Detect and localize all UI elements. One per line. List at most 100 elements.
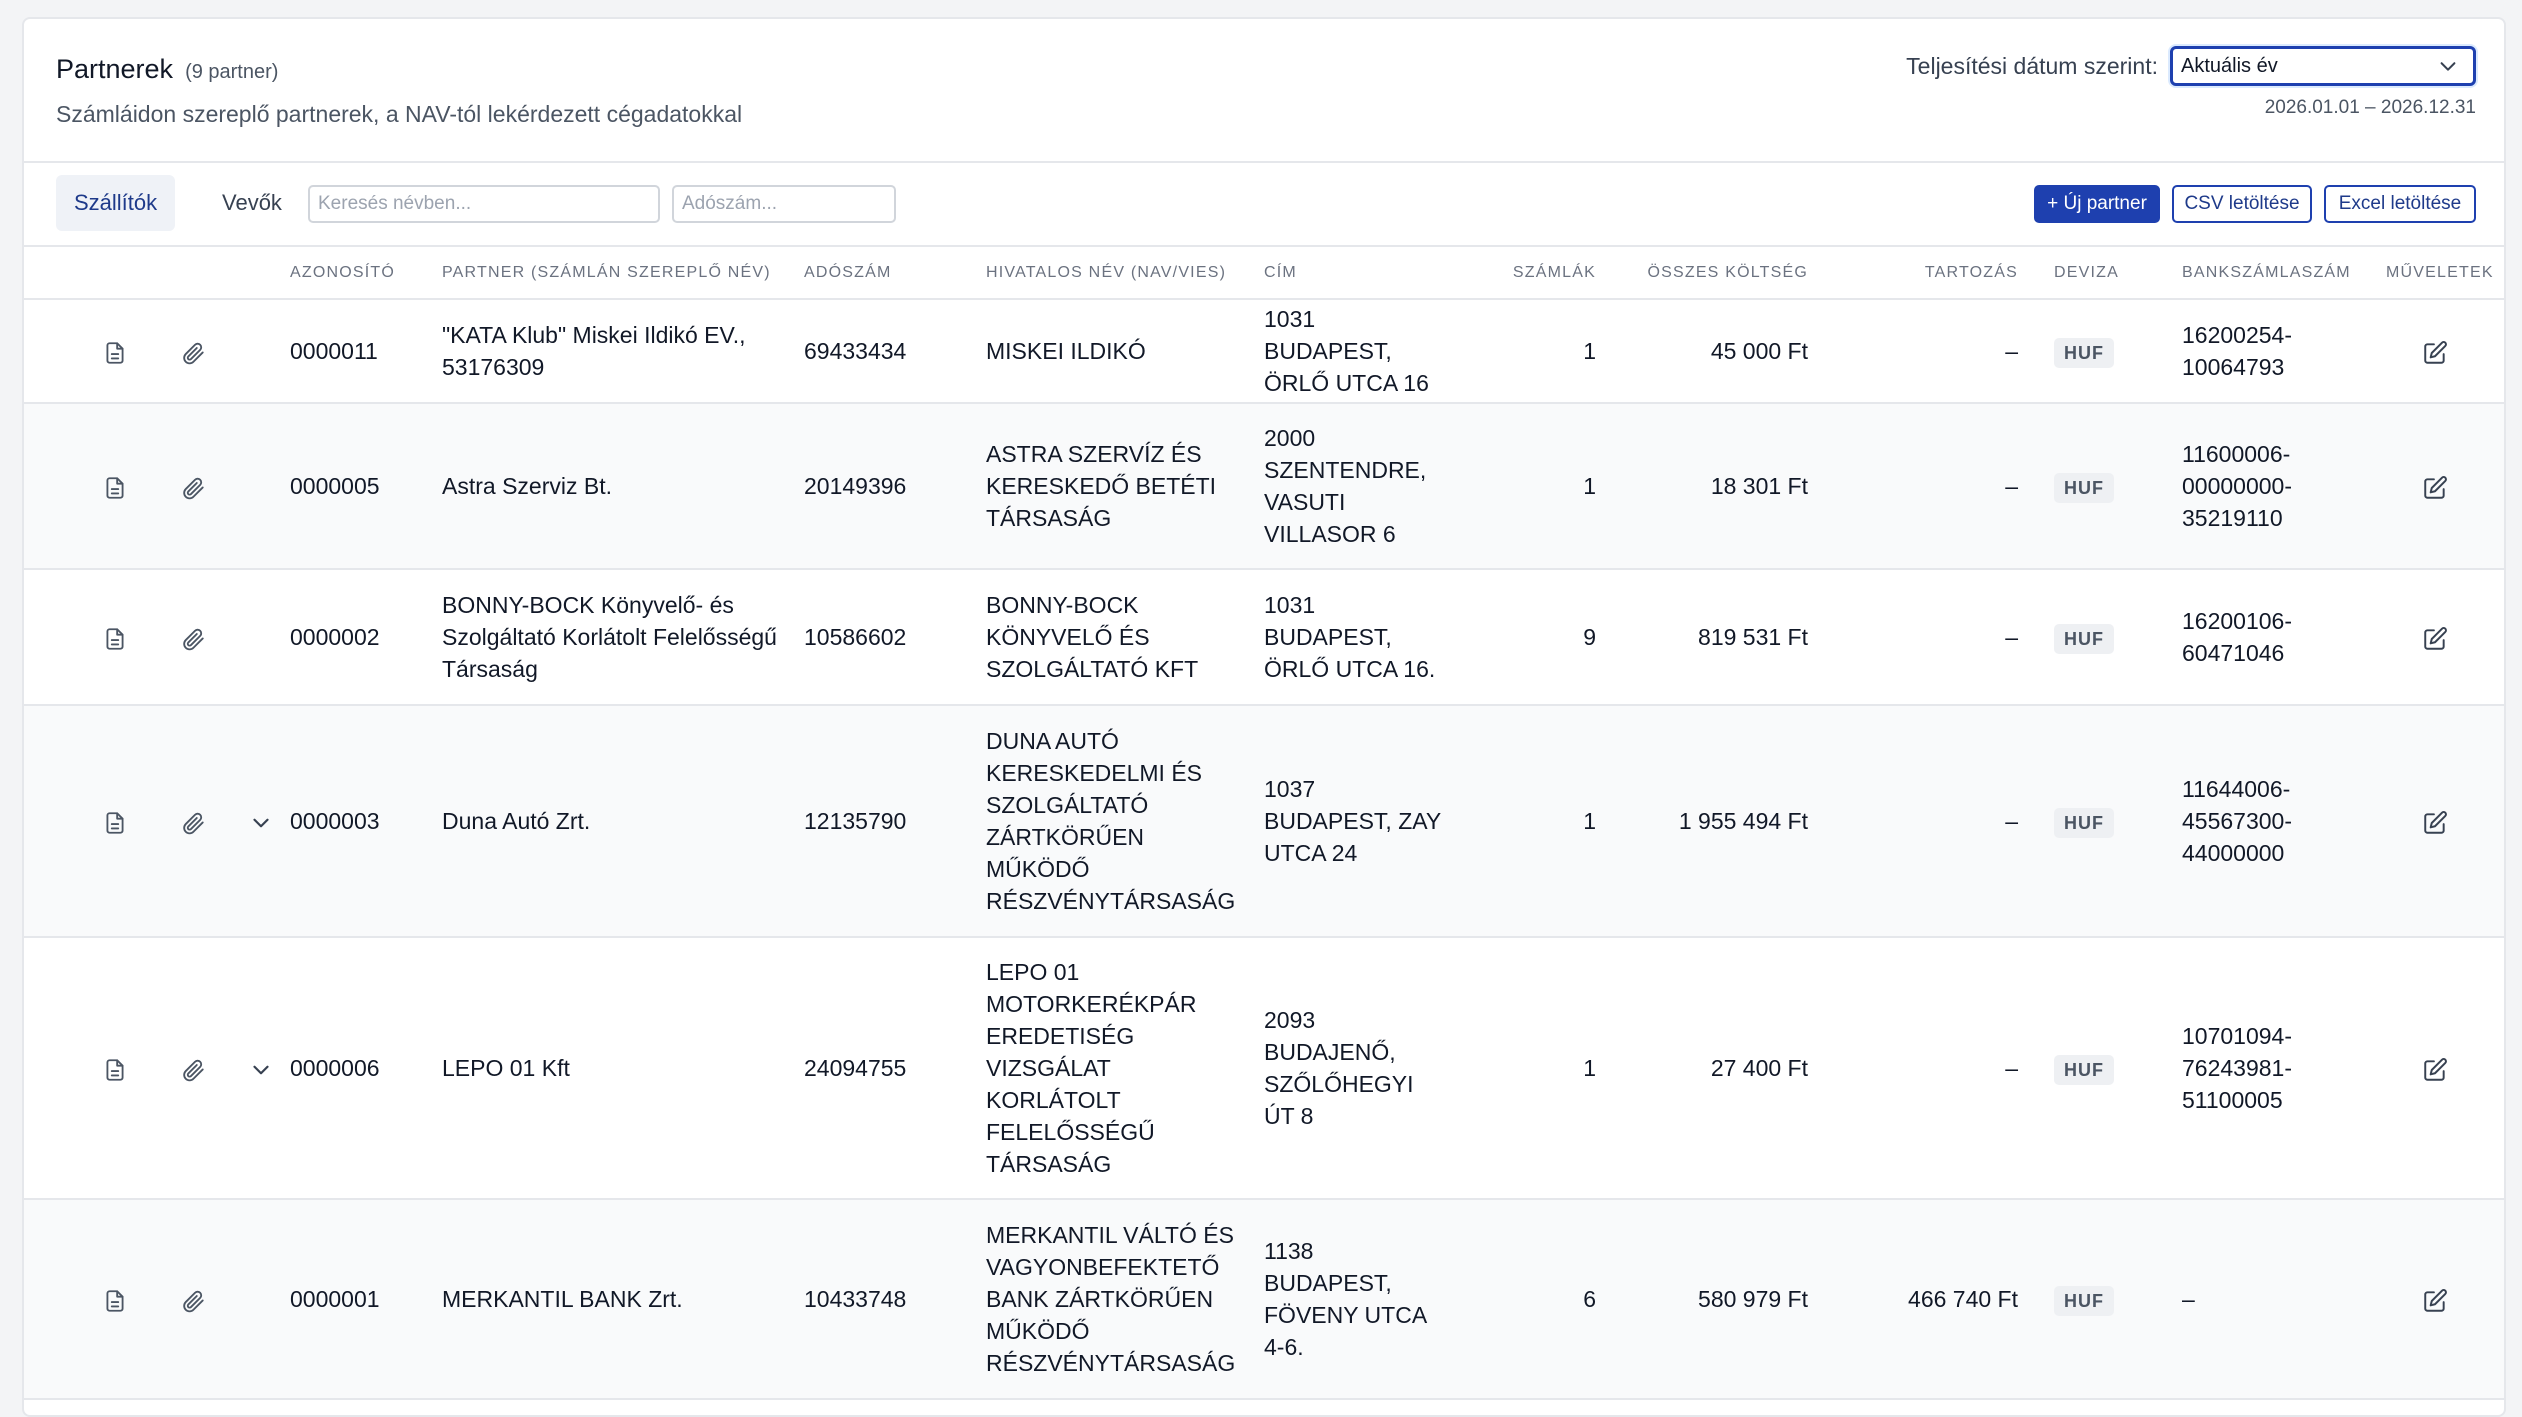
- edit-icon[interactable]: [2422, 1057, 2448, 1083]
- cell-address: 1031 BUDAPEST, ÖRLŐ UTCA 16: [1264, 299, 1466, 404]
- search-tax-input[interactable]: [672, 185, 896, 223]
- cell-address: 1138 BUDAPEST, FÖVENY UTCA 4-6.: [1264, 1199, 1466, 1400]
- cell-currency: HUF: [2054, 1199, 2182, 1400]
- currency-badge: HUF: [2054, 1054, 2114, 1085]
- actions-cell: [2386, 937, 2504, 1200]
- col-header-debt[interactable]: TARTOZÁS: [1838, 247, 2018, 300]
- cell-official: LEPO 01 MOTORKERÉKPÁR EREDETISÉG VIZSGÁL…: [986, 937, 1264, 1200]
- paperclip-icon[interactable]: [180, 340, 206, 366]
- tab-customers[interactable]: Vevők: [204, 175, 300, 231]
- cell-tax: 10433748: [804, 1199, 986, 1400]
- col-header-invoices[interactable]: SZÁMLÁK: [1466, 247, 1596, 300]
- cell-total: 18 301 Ft: [1626, 403, 1808, 570]
- cell-debt: 466 740 Ft: [1838, 1199, 2018, 1400]
- edit-icon[interactable]: [2422, 475, 2448, 501]
- document-icon[interactable]: [102, 626, 128, 652]
- cell-bank: 11600006-00000000-35219110: [2182, 403, 2386, 570]
- document-icon[interactable]: [102, 810, 128, 836]
- cell-currency: HUF: [2054, 403, 2182, 570]
- cell-partner: MERKANTIL BANK Zrt.: [442, 1199, 804, 1400]
- cell-invoices: 9: [1466, 569, 1596, 706]
- expand-cell: [232, 403, 290, 570]
- col-header-actions: MŰVELETEK: [2386, 247, 2504, 300]
- paperclip-icon[interactable]: [180, 1288, 206, 1314]
- cell-bank: 16200106-60471046: [2182, 569, 2386, 706]
- cell-currency: HUF: [2054, 705, 2182, 938]
- cell-id: 0000002: [290, 569, 442, 706]
- cell-address: 2093 BUDAJENŐ, SZŐLŐHEGYI ÚT 8: [1264, 937, 1466, 1200]
- chevron-down-icon[interactable]: [248, 810, 274, 836]
- actions-cell: [2386, 705, 2504, 938]
- expand-cell: [232, 569, 290, 706]
- cell-partner: Astra Szerviz Bt.: [442, 403, 804, 570]
- cell-bank: –: [2182, 1199, 2386, 1400]
- document-icon[interactable]: [102, 475, 128, 501]
- cell-tax: 12135790: [804, 705, 986, 938]
- col-header-id[interactable]: AZONOSÍTÓ: [290, 247, 442, 300]
- document-cell: [76, 705, 154, 938]
- new-partner-button[interactable]: + Új partner: [2034, 185, 2160, 223]
- col-header-total[interactable]: ÖSSZES KÖLTSÉG: [1626, 247, 1808, 300]
- cell-id: 0000006: [290, 937, 442, 1200]
- cell-debt: –: [1838, 705, 2018, 938]
- table-row: 0000011 "KATA Klub" Miskei Ildikó EV., 5…: [24, 299, 2504, 404]
- cell-tax: 69433434: [804, 299, 986, 404]
- col-header-address[interactable]: CÍM: [1264, 247, 1466, 300]
- document-icon[interactable]: [102, 1057, 128, 1083]
- paperclip-icon[interactable]: [180, 475, 206, 501]
- cell-total: 819 531 Ft: [1626, 569, 1808, 706]
- expand-cell: [232, 937, 290, 1200]
- cell-address: 1037 BUDAPEST, ZAY UTCA 24: [1264, 705, 1466, 938]
- edit-icon[interactable]: [2422, 340, 2448, 366]
- col-header-partner[interactable]: PARTNER (SZÁMLÁN SZEREPLŐ NÉV): [442, 247, 804, 300]
- page-subtitle: Számláidon szereplő partnerek, a NAV-tól…: [56, 101, 743, 127]
- table-row: 0000005 Astra Szerviz Bt. 20149396 ASTRA…: [24, 403, 2504, 570]
- currency-badge: HUF: [2054, 1285, 2114, 1316]
- edit-icon[interactable]: [2422, 626, 2448, 652]
- paperclip-icon[interactable]: [180, 1057, 206, 1083]
- date-filter: Teljesítési dátum szerint: Aktuális év: [1906, 46, 2476, 86]
- col-header-currency[interactable]: DEVIZA: [2054, 247, 2182, 300]
- cell-official: DUNA AUTÓ KERESKEDELMI ÉS SZOLGÁLTATÓ ZÁ…: [986, 705, 1264, 938]
- document-icon[interactable]: [102, 340, 128, 366]
- csv-download-button[interactable]: CSV letöltése: [2172, 185, 2312, 223]
- col-header-official[interactable]: HIVATALOS NÉV (NAV/VIES): [986, 247, 1264, 300]
- attachment-cell: [154, 705, 232, 938]
- expand-cell: [232, 705, 290, 938]
- tab-suppliers[interactable]: Szállítók: [56, 175, 176, 231]
- cell-bank: 16200254-10064793: [2182, 299, 2386, 404]
- table-row: 0000001 MERKANTIL BANK Zrt. 10433748 MER…: [24, 1199, 2504, 1400]
- cell-debt: –: [1838, 299, 2018, 404]
- cell-debt: –: [1838, 569, 2018, 706]
- currency-badge: HUF: [2054, 807, 2114, 838]
- cell-debt: –: [1838, 937, 2018, 1200]
- attachment-cell: [154, 403, 232, 570]
- edit-icon[interactable]: [2422, 810, 2448, 836]
- chevron-down-icon: [2440, 62, 2456, 71]
- partners-card: Partnerek (9 partner) Számláidon szereplő…: [22, 17, 2506, 1417]
- cell-tax: 24094755: [804, 937, 986, 1200]
- excel-download-button[interactable]: Excel letöltése: [2324, 185, 2476, 223]
- chevron-down-icon[interactable]: [248, 1057, 274, 1083]
- partners-table: AZONOSÍTÓ PARTNER (SZÁMLÁN SZEREPLŐ NÉV)…: [24, 247, 2504, 1400]
- cell-bank: 10701094-76243981-51100005: [2182, 937, 2386, 1200]
- document-cell: [76, 1199, 154, 1400]
- attachment-cell: [154, 569, 232, 706]
- document-icon[interactable]: [102, 1288, 128, 1314]
- search-name-input[interactable]: [308, 185, 660, 223]
- date-filter-select[interactable]: Aktuális év: [2170, 46, 2476, 86]
- col-header-tax[interactable]: ADÓSZÁM: [804, 247, 986, 300]
- paperclip-icon[interactable]: [180, 626, 206, 652]
- actions-cell: [2386, 1199, 2504, 1400]
- cell-total: 45 000 Ft: [1626, 299, 1808, 404]
- cell-official: MERKANTIL VÁLTÓ ÉS VAGYONBEFEKTETŐ BANK …: [986, 1199, 1264, 1400]
- edit-icon[interactable]: [2422, 1288, 2448, 1314]
- col-header-bank[interactable]: BANKSZÁMLASZÁM: [2182, 247, 2386, 300]
- table-header-row: AZONOSÍTÓ PARTNER (SZÁMLÁN SZEREPLŐ NÉV)…: [24, 247, 2504, 300]
- cell-currency: HUF: [2054, 937, 2182, 1200]
- cell-invoices: 1: [1466, 403, 1596, 570]
- date-range: 2026.01.01 – 2026.12.31: [2264, 97, 2476, 118]
- cell-bank: 11644006-45567300-44000000: [2182, 705, 2386, 938]
- cell-partner: LEPO 01 Kft: [442, 937, 804, 1200]
- paperclip-icon[interactable]: [180, 810, 206, 836]
